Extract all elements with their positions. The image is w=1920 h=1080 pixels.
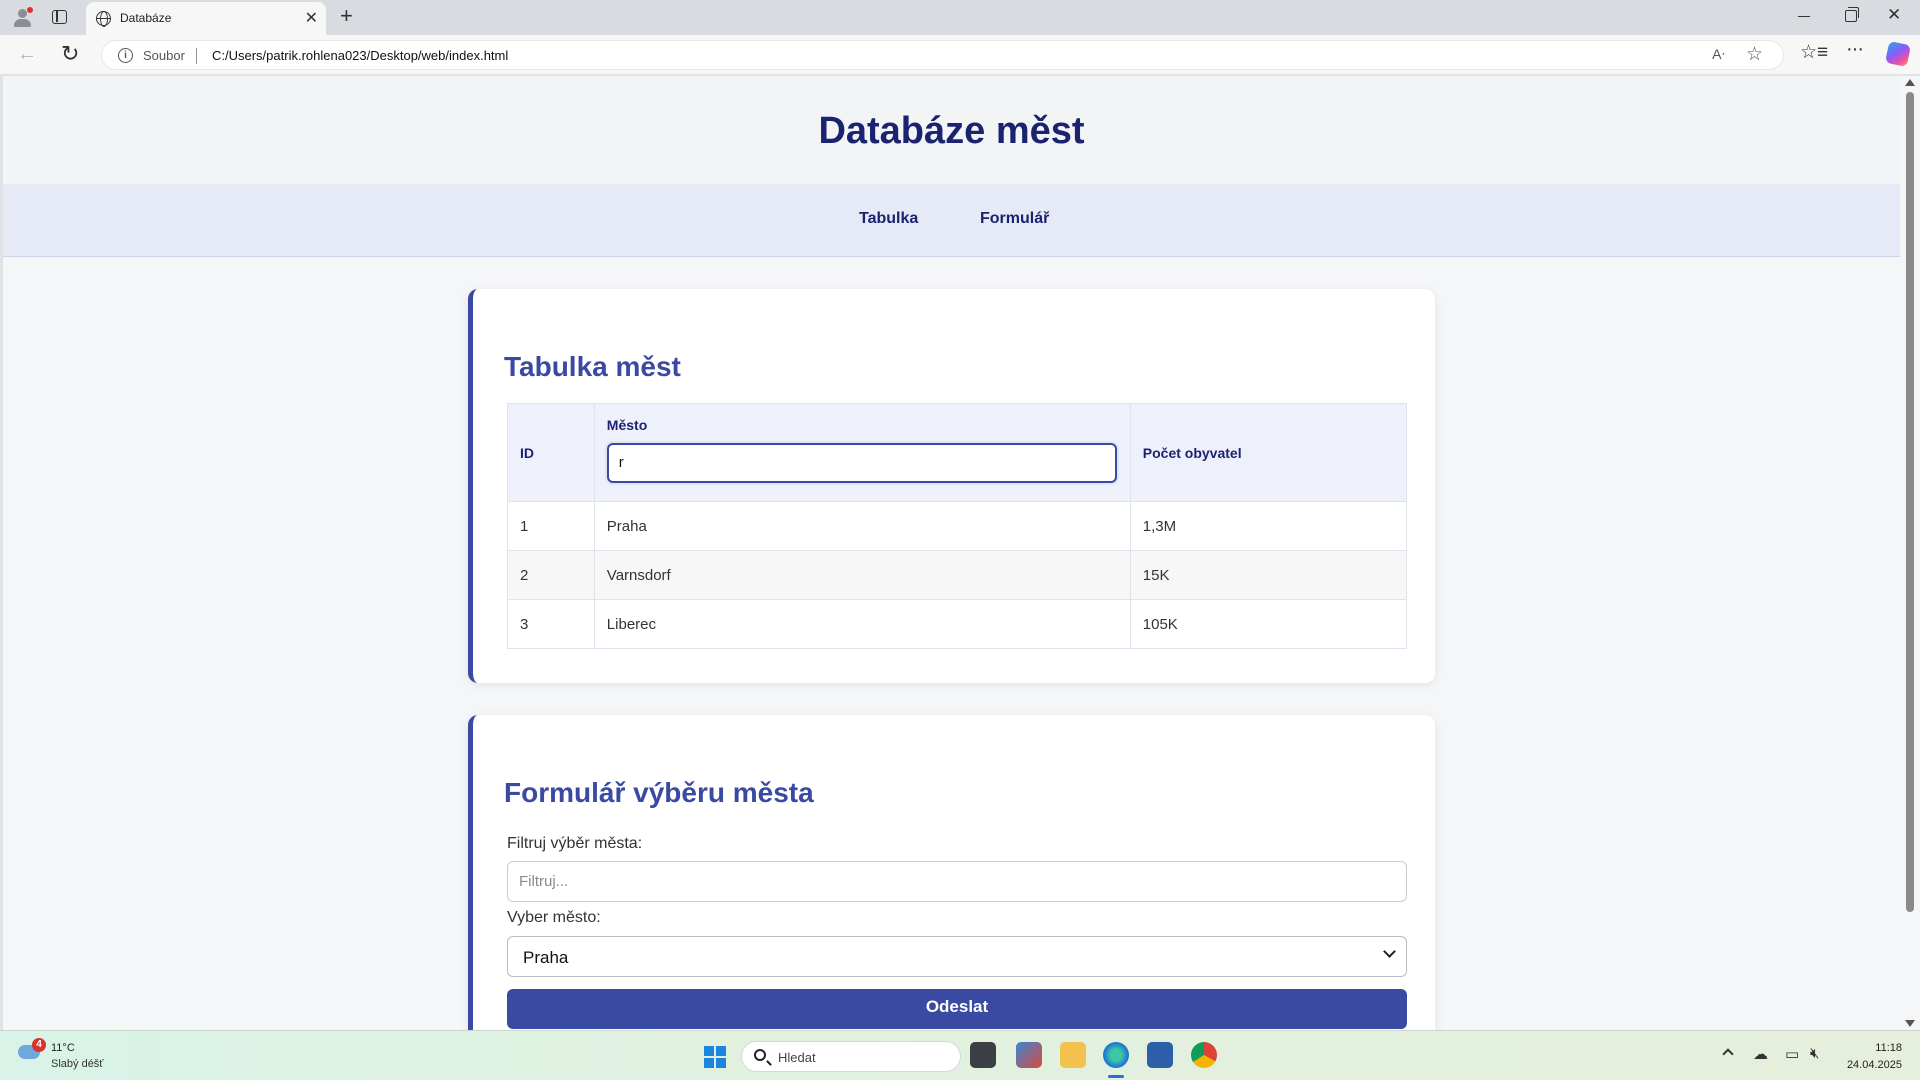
reload-icon[interactable]: ↻: [61, 41, 79, 67]
scroll-down-icon[interactable]: [1905, 1020, 1915, 1027]
table-row: 2 Varnsdorf 15K: [507, 550, 1408, 600]
task-view-icon[interactable]: [970, 1042, 996, 1068]
copilot-icon[interactable]: [1884, 40, 1912, 68]
chevron-down-icon: [1383, 945, 1396, 958]
city-select[interactable]: Praha: [507, 936, 1407, 977]
file-explorer-icon[interactable]: [1060, 1042, 1086, 1068]
browser-toolbar: ← ↻ i Soubor C:/Users/patrik.rohlena023/…: [0, 35, 1920, 75]
address-bar[interactable]: i Soubor C:/Users/patrik.rohlena023/Desk…: [101, 40, 1784, 70]
page-viewport: Databáze měst Tabulka Formulář Tabulka m…: [3, 76, 1900, 1030]
cell-id: 2: [507, 550, 595, 600]
column-header-id: ID: [507, 403, 595, 502]
city-filter-input[interactable]: [606, 442, 1117, 483]
browser-tab-bar: Databáze ✕ + ✕: [0, 0, 1920, 35]
restore-window-icon[interactable]: [1845, 7, 1859, 22]
table-row: 1 Praha 1,3M: [507, 501, 1408, 551]
submit-button[interactable]: Odeslat: [507, 989, 1407, 1029]
table-card: Tabulka měst ID Město Počet obyvatel 1 P…: [468, 289, 1435, 683]
widgets-app-icon[interactable]: [1016, 1042, 1042, 1068]
network-icon[interactable]: ▭: [1785, 1045, 1799, 1063]
column-header-population: Počet obyvatel: [1129, 403, 1408, 502]
favorite-star-icon[interactable]: ☆: [1746, 43, 1763, 66]
cell-population: 15K: [1129, 550, 1408, 600]
minimize-window-icon[interactable]: [1798, 16, 1810, 18]
favorites-icon[interactable]: ☆≡: [1800, 41, 1828, 64]
form-heading: Formulář výběru města: [504, 777, 814, 808]
scroll-up-icon[interactable]: [1905, 79, 1915, 86]
volume-muted-icon[interactable]: 🔇︎: [1810, 1045, 1819, 1062]
address-separator: [196, 48, 197, 64]
column-header-mesto: Město: [593, 403, 1131, 502]
tab-title: Databáze: [120, 11, 172, 25]
cell-city: Praha: [593, 501, 1131, 551]
site-header: Databáze měst: [3, 76, 1900, 184]
nav-link-tabulka[interactable]: Tabulka: [859, 210, 918, 228]
city-table: ID Město Počet obyvatel 1 Praha 1,3M 2 V…: [507, 403, 1408, 649]
page-scrollbar[interactable]: [1900, 76, 1920, 1030]
read-aloud-icon[interactable]: Aᐧ: [1712, 46, 1725, 63]
form-filter-input[interactable]: [507, 861, 1407, 902]
filter-label: Filtruj výběr města:: [507, 835, 643, 852]
taskbar-search[interactable]: Hledat: [741, 1041, 961, 1072]
cell-city: Varnsdorf: [593, 550, 1131, 600]
weather-badge: 4: [32, 1038, 46, 1052]
form-card: Formulář výběru města Filtruj výběr měst…: [468, 715, 1435, 1030]
clock-time[interactable]: 11:18: [1826, 1042, 1902, 1054]
taskbar-search-placeholder: Hledat: [778, 1050, 816, 1065]
cell-id: 1: [507, 501, 595, 551]
tray-overflow-icon[interactable]: [1722, 1048, 1734, 1060]
close-window-icon[interactable]: ✕: [1887, 5, 1901, 25]
table-heading: Tabulka měst: [504, 351, 681, 382]
table-row: 3 Liberec 105K: [507, 599, 1408, 649]
scrollbar-thumb[interactable]: [1906, 92, 1914, 912]
search-icon: [754, 1049, 766, 1061]
chrome-browser-icon[interactable]: [1191, 1042, 1217, 1068]
weather-condition[interactable]: Slabý déšť: [51, 1058, 103, 1070]
active-app-indicator: [1108, 1075, 1124, 1078]
cell-id: 3: [507, 599, 595, 649]
nav-link-formular[interactable]: Formulář: [980, 210, 1049, 228]
site-nav: Tabulka Formulář: [3, 184, 1900, 257]
profile-icon[interactable]: [12, 7, 33, 28]
more-options-icon[interactable]: ···: [1846, 38, 1864, 61]
select-label: Vyber město:: [507, 909, 601, 926]
cell-population: 1,3M: [1129, 501, 1408, 551]
back-arrow-icon[interactable]: ←: [17, 43, 37, 66]
cell-city: Liberec: [593, 599, 1131, 649]
edge-browser-icon[interactable]: [1103, 1042, 1129, 1068]
clock-date[interactable]: 24.04.2025: [1826, 1059, 1902, 1071]
column-header-mesto-label: Město: [606, 416, 648, 433]
address-scheme: Soubor: [143, 48, 185, 63]
store-icon[interactable]: [1147, 1042, 1173, 1068]
windows-taskbar: 4 11°C Slabý déšť Hledat ☁ ▭ 🔇︎ 11:18 24…: [0, 1030, 1920, 1080]
city-select-value: Praha: [523, 948, 569, 967]
onedrive-icon[interactable]: ☁: [1753, 1045, 1768, 1063]
tab-actions-icon[interactable]: [52, 10, 67, 24]
globe-icon: [96, 11, 111, 27]
close-tab-icon[interactable]: ✕: [305, 8, 318, 28]
windows-start-icon[interactable]: [704, 1046, 726, 1068]
cell-population: 105K: [1129, 599, 1408, 649]
info-icon[interactable]: i: [118, 48, 133, 63]
site-title: Databáze měst: [818, 110, 1085, 152]
browser-tab-active[interactable]: Databáze ✕: [86, 2, 326, 35]
new-tab-icon[interactable]: +: [340, 3, 353, 29]
address-url[interactable]: C:/Users/patrik.rohlena023/Desktop/web/i…: [212, 48, 508, 63]
weather-temperature[interactable]: 11°C: [51, 1042, 75, 1054]
